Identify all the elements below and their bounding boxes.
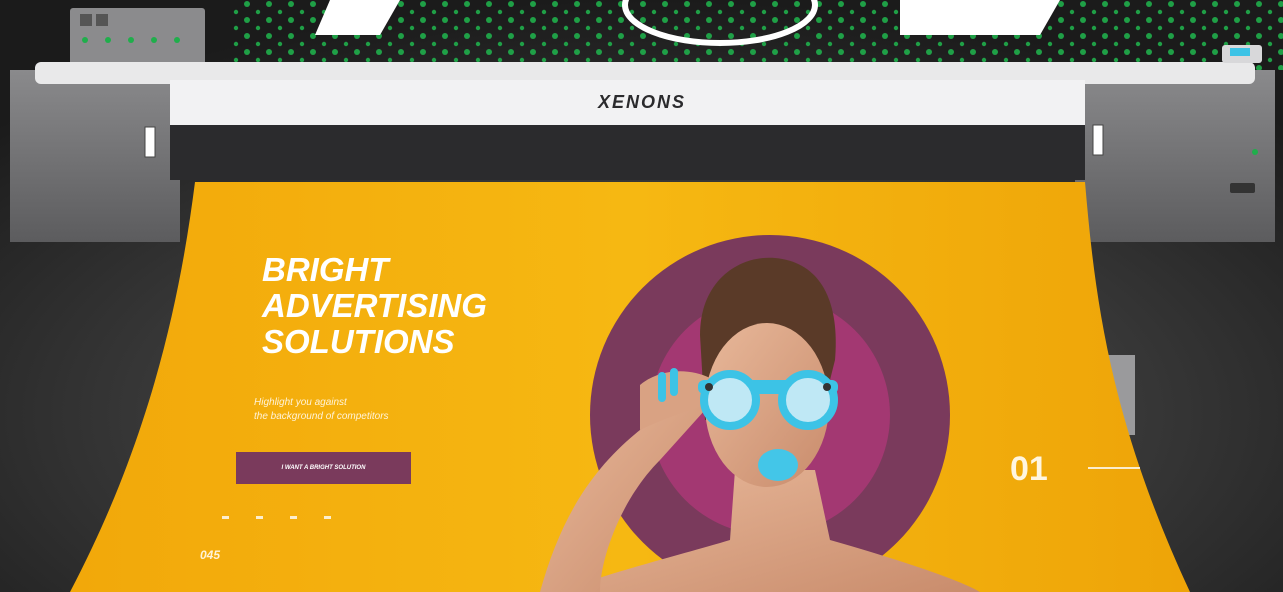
brand-logo: XENONS — [597, 92, 687, 112]
headline-line-2: ADVERTISING — [262, 287, 487, 324]
subtitle-line-2: the background of competitors — [254, 411, 389, 422]
subtitle-line-1: Highlight you against — [254, 397, 347, 408]
headline-line-3: SOLUTIONS — [262, 323, 455, 360]
cta-button[interactable]: I WANT A BRIGHT SOLUTION — [236, 452, 411, 484]
photo-scene — [0, 0, 1283, 592]
printer-right-cabinet — [1075, 70, 1275, 242]
sunglasses-right-lens — [778, 370, 838, 430]
banner-headline: BRIGHT ADVERTISING SOLUTIONS — [262, 252, 487, 360]
slide-number: 01 — [1010, 450, 1048, 488]
printer-carriage-slot — [170, 125, 1085, 180]
woman-lips — [758, 449, 798, 481]
top-white-shape-right — [900, 0, 1060, 35]
sunglasses-left-lens — [700, 370, 760, 430]
corner-code: 045 — [200, 548, 221, 562]
banner-subtitle: Highlight you against the background of … — [254, 396, 389, 424]
headline-line-1: BRIGHT — [262, 251, 389, 288]
